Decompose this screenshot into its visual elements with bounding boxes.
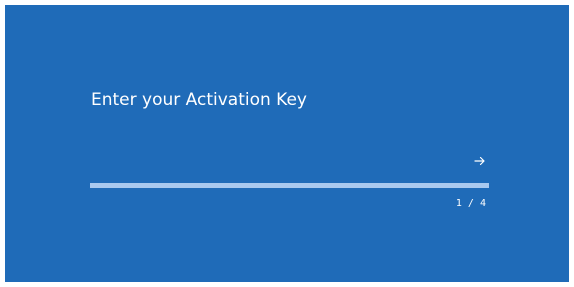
activation-title: Enter your Activation Key bbox=[91, 90, 307, 110]
step-counter: 1 / 4 bbox=[455, 198, 486, 209]
progress-bar bbox=[90, 183, 489, 188]
next-button[interactable] bbox=[469, 151, 491, 171]
arrow-right-icon bbox=[474, 156, 485, 166]
progress-fill bbox=[90, 183, 489, 188]
activation-screen: Enter your Activation Key 1 / 4 bbox=[5, 5, 569, 282]
activation-key-input[interactable] bbox=[90, 155, 460, 177]
